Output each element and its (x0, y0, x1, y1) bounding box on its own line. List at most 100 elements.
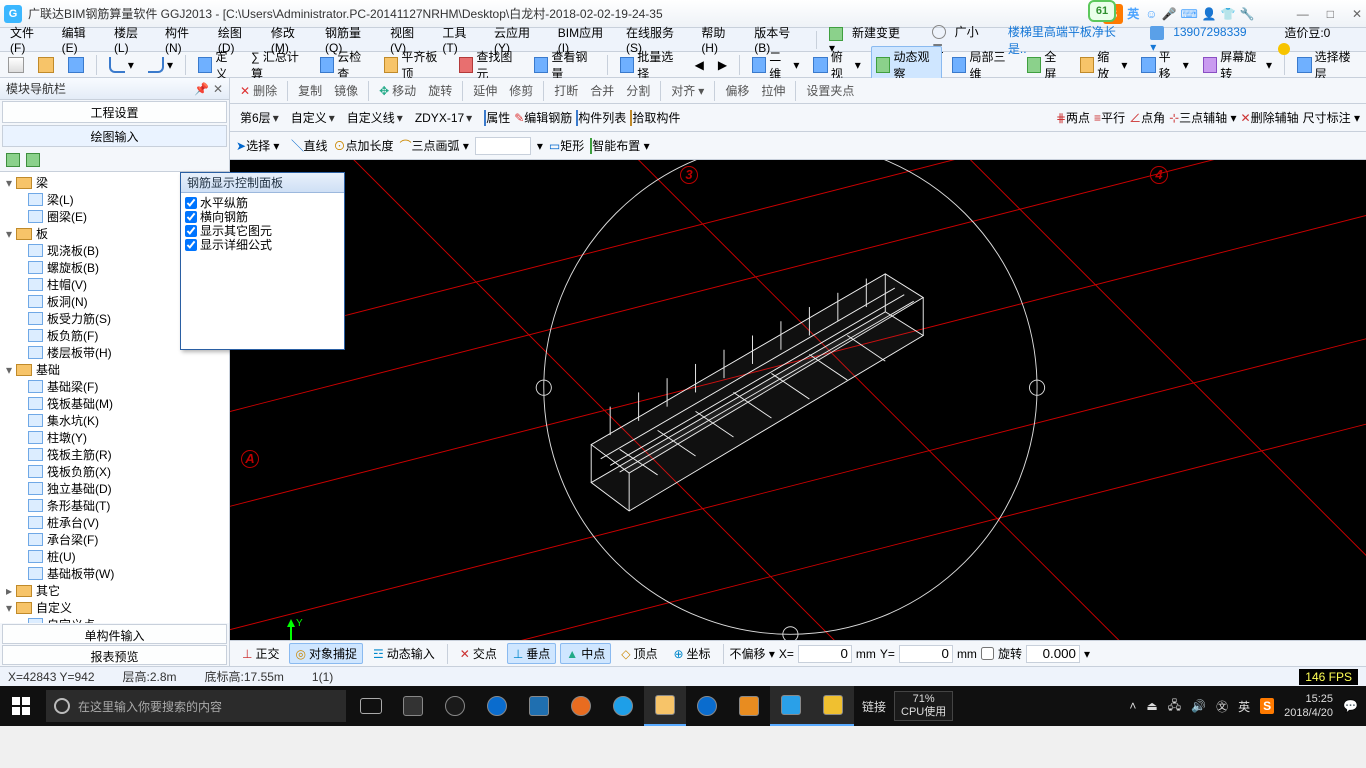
tb-notes[interactable] (812, 686, 854, 726)
mid-snap[interactable]: ▲中点 (560, 643, 611, 664)
align-button[interactable]: 对齐 ▾ (667, 82, 708, 99)
menu-floor[interactable]: 楼层(L) (108, 24, 157, 55)
3d-viewport[interactable]: 3 4 A A1 Y X (230, 160, 1366, 640)
cross-snap[interactable]: ✕交点 (454, 643, 503, 664)
link-label[interactable]: 链接 (862, 698, 886, 715)
mirror-button[interactable]: 镜像 (330, 82, 362, 99)
cpu-meter[interactable]: 71% CPU使用 (894, 691, 953, 721)
start-button[interactable] (0, 686, 42, 726)
tree-folder[interactable]: ▾自定义 (0, 599, 229, 616)
tree-item[interactable]: 桩承台(V) (0, 514, 229, 531)
tb-app-9[interactable] (728, 686, 770, 726)
tb-app-8[interactable] (686, 686, 728, 726)
minimize-button[interactable]: — (1297, 7, 1309, 21)
point-angle-button[interactable]: ∠点角 (1129, 109, 1165, 126)
tb-app-2[interactable] (434, 686, 476, 726)
display-option[interactable]: 显示详细公式 (185, 238, 340, 252)
offset-button[interactable]: 偏移 (721, 82, 753, 99)
del-axis-button[interactable]: ✕删除辅轴 (1241, 109, 1299, 126)
gripset-button[interactable]: 设置夹点 (802, 82, 858, 99)
perp-snap[interactable]: ⊥垂点 (507, 643, 556, 664)
split-button[interactable]: 分割 (622, 82, 654, 99)
save-button[interactable] (64, 56, 88, 74)
tree-item[interactable]: 基础板带(W) (0, 565, 229, 582)
option-checkbox[interactable] (185, 239, 197, 251)
tray-sogou-icon[interactable]: S (1260, 698, 1274, 714)
ime-lang[interactable]: 英 (1127, 5, 1139, 22)
extend-button[interactable]: 延伸 (469, 82, 501, 99)
delete-button[interactable]: ✕删除 (236, 82, 281, 99)
tb-store[interactable] (518, 686, 560, 726)
tb-ie[interactable] (602, 686, 644, 726)
floor-select[interactable]: 第6层▾ (236, 108, 283, 127)
menu-edit[interactable]: 编辑(E) (56, 24, 106, 55)
tree-item[interactable]: 独立基础(D) (0, 480, 229, 497)
option-checkbox[interactable] (185, 225, 197, 237)
tb-current-app[interactable] (770, 686, 812, 726)
tree-item[interactable]: 集水坑(K) (0, 412, 229, 429)
panel-header[interactable]: 钢筋显示控制面板 (181, 173, 344, 193)
rotate-dd[interactable]: ▾ (1084, 647, 1090, 661)
tray-up-icon[interactable]: ˄ (1129, 699, 1136, 713)
comp-list-button[interactable]: 构件列表 (576, 109, 626, 126)
menu-help[interactable]: 帮助(H) (695, 24, 746, 55)
tree-item[interactable]: 承台梁(F) (0, 531, 229, 548)
pick-comp-button[interactable]: 拾取构件 (630, 109, 680, 126)
tray-net-icon[interactable]: 🖧 (1168, 696, 1181, 717)
rotate-button[interactable]: 旋转 (424, 82, 456, 99)
tb-app-1[interactable] (392, 686, 434, 726)
tray-usb-icon[interactable]: ⏏ (1146, 699, 1157, 713)
tree-item[interactable]: 桩(U) (0, 548, 229, 565)
dyn-input-toggle[interactable]: ☲动态输入 (367, 643, 441, 664)
two-point-button[interactable]: ⋕两点 (1056, 109, 1090, 126)
pin-icon[interactable]: 📌 (194, 82, 209, 96)
collapse-icon[interactable] (26, 153, 40, 167)
edit-rebar-button[interactable]: ✎编辑钢筋 (514, 109, 572, 126)
ortho-toggle[interactable]: ⊥正交 (236, 643, 285, 664)
open-button[interactable] (34, 56, 58, 74)
action-center-icon[interactable]: 💬 (1343, 699, 1358, 713)
tree-folder[interactable]: ▸其它 (0, 582, 229, 599)
parallel-button[interactable]: ≡平行 (1094, 109, 1125, 126)
offset-mode-select[interactable]: 不偏移 ▾ (730, 645, 775, 662)
line-tool[interactable]: ╲直线 (291, 137, 327, 154)
ime-bar[interactable]: S 英 ☺🎤⌨👤👕🔧 (1103, 4, 1256, 24)
tb-explorer[interactable] (644, 686, 686, 726)
maximize-button[interactable]: □ (1327, 7, 1334, 21)
copy-button[interactable]: 复制 (294, 82, 326, 99)
undo-button[interactable]: ▾ (105, 56, 138, 74)
rotate-input[interactable] (1026, 645, 1080, 663)
display-option[interactable]: 显示其它图元 (185, 224, 340, 238)
three-axis-button[interactable]: ⊹三点辅轴 ▾ (1169, 109, 1236, 126)
vertex-snap[interactable]: ◇顶点 (615, 643, 663, 664)
smart-layout-tool[interactable]: 智能布置 ▾ (590, 137, 649, 154)
tree-item[interactable]: 筏板负筋(X) (0, 463, 229, 480)
rect-tool[interactable]: ▭矩形 (549, 137, 584, 154)
redo-button[interactable]: ▾ (144, 56, 177, 74)
tree-item[interactable]: 筏板基础(M) (0, 395, 229, 412)
ext-point-tool[interactable]: ⊙点加长度 (333, 137, 393, 154)
display-option[interactable]: 横向钢筋 (185, 210, 340, 224)
tb-firefox[interactable] (560, 686, 602, 726)
expand-icon[interactable] (6, 153, 20, 167)
task-view-button[interactable] (350, 686, 392, 726)
tree-item[interactable]: 条形基础(T) (0, 497, 229, 514)
tray-ime1[interactable]: ㉆ (1216, 698, 1228, 715)
tree-folder[interactable]: ▾基础 (0, 361, 229, 378)
next-button[interactable]: ▶ (714, 57, 731, 73)
subcategory-select[interactable]: 自定义线▾ (343, 108, 407, 127)
option-checkbox[interactable] (185, 211, 197, 223)
break-button[interactable]: 打断 (550, 82, 582, 99)
taskbar-clock[interactable]: 15:25 2018/4/20 (1284, 692, 1333, 720)
close-button[interactable]: ✕ (1352, 7, 1362, 21)
color-dd[interactable]: ▾ (537, 139, 543, 153)
project-settings-button[interactable]: 工程设置 (2, 101, 227, 123)
color-box[interactable] (475, 137, 531, 155)
tree-item[interactable]: 筏板主筋(R) (0, 446, 229, 463)
y-input[interactable] (899, 645, 953, 663)
panel-close-icon[interactable]: ✕ (213, 82, 223, 96)
move-button[interactable]: ✥移动 (375, 82, 420, 99)
tree-item[interactable]: 自定义点 (0, 616, 229, 623)
rotate-checkbox[interactable] (981, 647, 994, 660)
tb-edge[interactable] (476, 686, 518, 726)
